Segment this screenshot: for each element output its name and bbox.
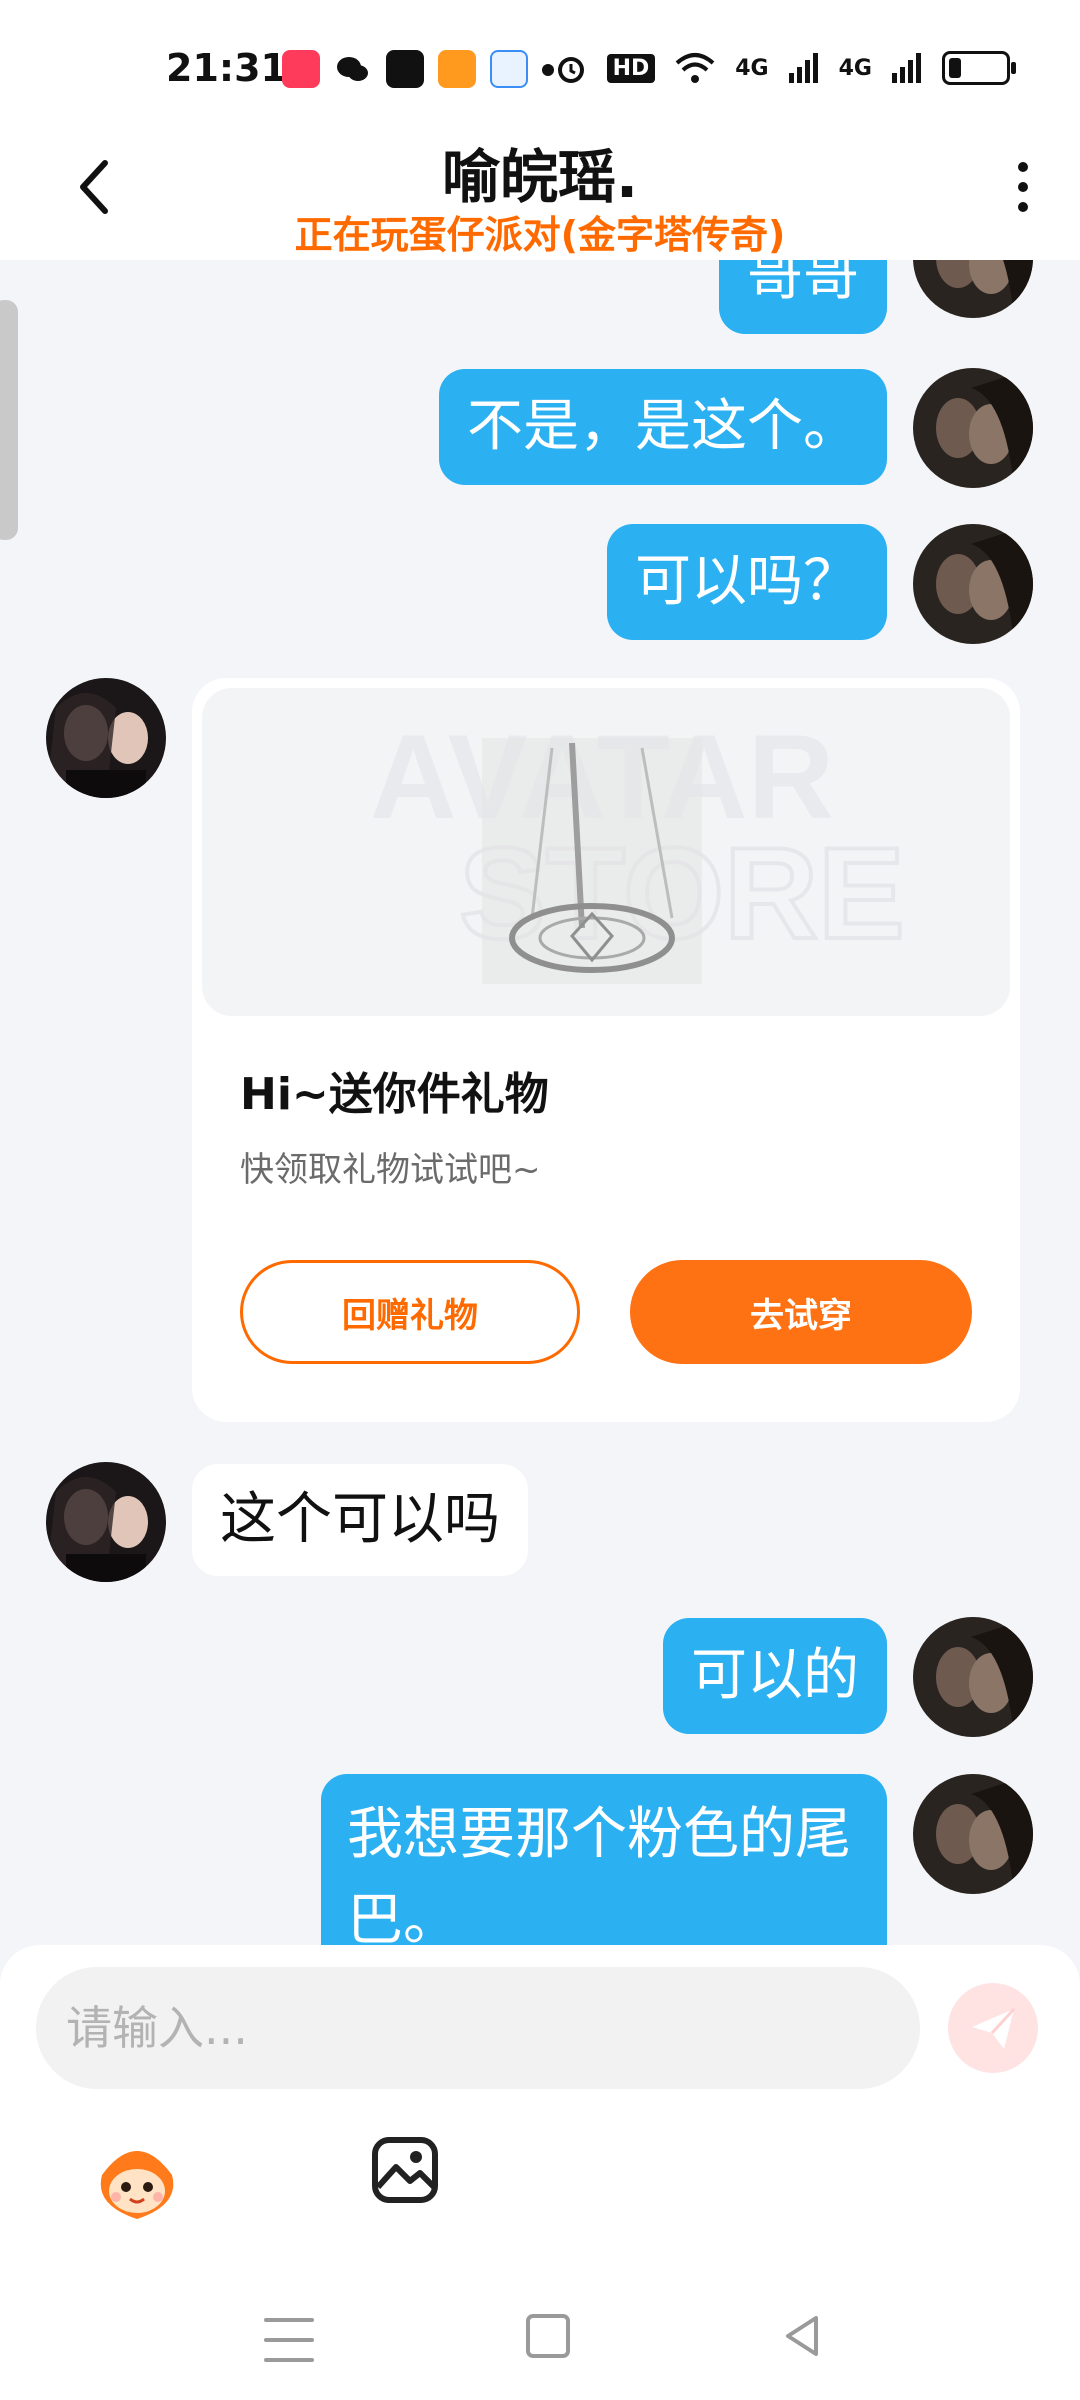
side-drawer-handle[interactable] xyxy=(0,300,18,540)
signal-1-icon xyxy=(788,53,818,83)
status-indicators: HD 4G 4G xyxy=(553,50,1016,86)
image-icon xyxy=(372,2137,438,2203)
message-bubble-sent[interactable]: 可以吗？ xyxy=(607,524,887,640)
my-avatar[interactable] xyxy=(913,1617,1033,1737)
message-bubble-sent[interactable]: 不是，是这个。 xyxy=(439,369,887,485)
contact-avatar[interactable] xyxy=(46,1462,166,1582)
video-app-icon xyxy=(438,50,476,88)
capcut-app-icon xyxy=(386,50,424,88)
gift-image[interactable]: AVATAR STORE xyxy=(202,688,1010,1016)
send-icon xyxy=(972,2007,1016,2049)
mascot-emoji-icon xyxy=(100,2151,174,2219)
contact-status[interactable]: 正在玩蛋仔派对(金字塔传奇) xyxy=(0,204,1080,259)
hd-indicator: HD xyxy=(606,53,656,83)
more-vertical-icon xyxy=(1018,162,1028,172)
my-avatar[interactable] xyxy=(913,1774,1033,1894)
try-on-button[interactable]: 去试穿 xyxy=(630,1260,972,1364)
contact-name: 喻皖瑶. xyxy=(441,143,639,211)
emoji-sticker-button[interactable] xyxy=(92,2135,182,2225)
alarm-icon xyxy=(557,57,584,83)
message-input[interactable]: 请输入... xyxy=(36,1967,920,2089)
my-avatar[interactable] xyxy=(913,260,1033,318)
home-button[interactable] xyxy=(526,2314,570,2358)
wifi-icon xyxy=(675,53,715,83)
message-bubble-sent[interactable]: 我想要那个粉色的尾巴。 xyxy=(321,1774,887,1945)
signal-2-label: 4G xyxy=(838,55,872,81)
gift-card[interactable]: AVATAR STORE Hi~送你件礼物 快领取礼物试试吧~ 回赠礼物 去试穿 xyxy=(192,678,1020,1422)
gift-card-title: Hi~送你件礼物 xyxy=(240,1069,549,1120)
recent-apps-button[interactable] xyxy=(264,2318,314,2362)
battery-icon xyxy=(942,51,1016,85)
message-bubble-received[interactable]: 这个可以吗 xyxy=(192,1464,528,1576)
return-gift-button[interactable]: 回赠礼物 xyxy=(240,1260,580,1364)
message-text: 我想要那个粉色的尾巴。 xyxy=(347,1802,851,1945)
message-bubble-sent[interactable]: 哥哥 xyxy=(719,260,887,334)
system-back-button[interactable] xyxy=(782,2314,822,2358)
my-avatar[interactable] xyxy=(913,524,1033,644)
system-nav-bar xyxy=(0,2290,1080,2400)
status-app-icons xyxy=(282,50,554,88)
gift-card-description: 快领取礼物试试吧~ xyxy=(240,1150,541,1190)
gift-preview-illustration: AVATAR STORE xyxy=(202,688,1010,1016)
signal-2-icon xyxy=(892,53,921,83)
chat-messages[interactable]: 哥哥 不是，是这个。 可以吗？ AVATAR STORE xyxy=(0,260,1080,1945)
my-avatar[interactable] xyxy=(913,368,1033,488)
browser-app-icon xyxy=(490,50,528,88)
chat-header: 喻皖瑶. 正在玩蛋仔派对(金字塔传奇) xyxy=(0,110,1080,260)
signal-1-label: 4G xyxy=(735,55,769,81)
contact-avatar[interactable] xyxy=(46,678,166,798)
message-bubble-sent[interactable]: 可以的 xyxy=(663,1618,887,1734)
status-time: 21:31 xyxy=(166,46,287,90)
more-options-button[interactable] xyxy=(998,152,1048,222)
image-picker-button[interactable] xyxy=(370,2135,440,2205)
send-button[interactable] xyxy=(948,1983,1038,2073)
wechat-app-icon xyxy=(334,50,372,88)
kuaishou-app-icon xyxy=(282,50,320,88)
